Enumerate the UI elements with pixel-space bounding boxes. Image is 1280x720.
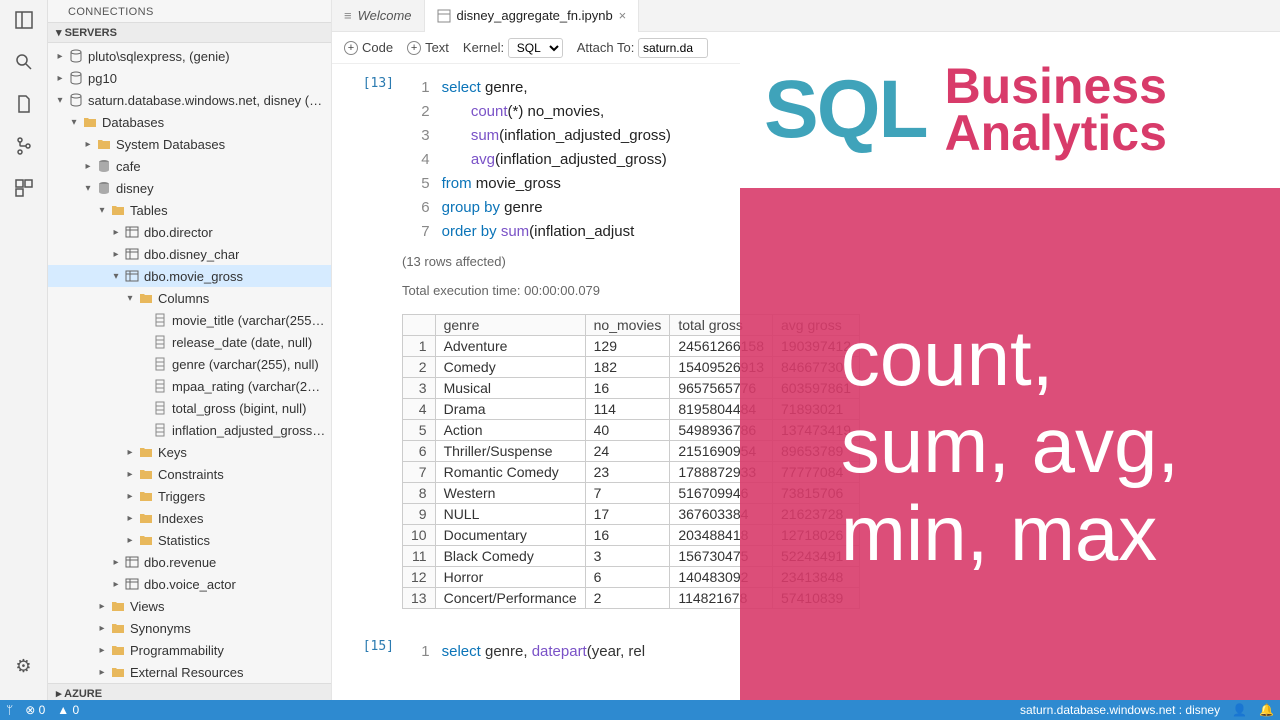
servers-tree: ▸pluto\sqlexpress, (genie)▸pg10▾saturn.d… <box>48 43 331 683</box>
table-row[interactable]: 11Black Comedy315673047552243491 <box>403 546 860 567</box>
tree-item[interactable]: ▸dbo.voice_actor <box>48 573 331 595</box>
tree-item[interactable]: ▸cafe <box>48 155 331 177</box>
col-header: total gross <box>670 315 773 336</box>
add-code-button[interactable]: +Code <box>344 40 393 55</box>
tree-item[interactable]: release_date (date, null) <box>48 331 331 353</box>
table-row[interactable]: 10Documentary1620348841812718026 <box>403 525 860 546</box>
file-icon[interactable] <box>12 92 36 116</box>
tree-item[interactable]: ▸Triggers <box>48 485 331 507</box>
attach-to-picker[interactable]: Attach To: <box>577 38 708 58</box>
notebook-toolbar: +Code +Text Kernel: SQL Attach To: <box>332 32 1280 64</box>
tree-item[interactable]: ▸System Databases <box>48 133 331 155</box>
tree-item[interactable]: movie_title (varchar(255), null) <box>48 309 331 331</box>
tree-item[interactable]: ▸Constraints <box>48 463 331 485</box>
notebook-icon <box>437 9 451 23</box>
status-bell-icon[interactable]: 🔔 <box>1259 703 1274 717</box>
sidebar-title: CONNECTIONS <box>48 0 331 22</box>
tree-item[interactable]: ▸Programmability <box>48 639 331 661</box>
tree-item[interactable]: ▸Indexes <box>48 507 331 529</box>
servers-section-header[interactable]: ▾ SERVERS <box>48 22 331 43</box>
result-table-wrap: genreno_moviestotal grossavg gross1Adven… <box>402 314 1280 609</box>
tree-item[interactable]: ▾Tables <box>48 199 331 221</box>
table-row[interactable]: 13Concert/Performance211482167857410839 <box>403 588 860 609</box>
tree-item[interactable]: ▸Views <box>48 595 331 617</box>
tree-item[interactable]: genre (varchar(255), null) <box>48 353 331 375</box>
search-icon[interactable] <box>12 50 36 74</box>
editor-area: ≡Welcome disney_aggregate_fn.ipynb × +Co… <box>332 0 1280 704</box>
table-row[interactable]: 3Musical169657565776603597861 <box>403 378 860 399</box>
tree-item[interactable]: ▾saturn.database.windows.net, disney (ap… <box>48 89 331 111</box>
code-cell-15[interactable]: [15] 1select genre, datepart(year, rel <box>332 635 1280 672</box>
table-row[interactable]: 12Horror614048309223413848 <box>403 567 860 588</box>
notebook-body: [13] 1select genre,2 count(*) no_movies,… <box>332 64 1280 704</box>
tree-item[interactable]: ▸Synonyms <box>48 617 331 639</box>
tree-item[interactable]: ▾disney <box>48 177 331 199</box>
cell-prompt: [15] <box>332 639 402 654</box>
layout-icon[interactable] <box>12 8 36 32</box>
status-branch[interactable]: ᛘ <box>6 703 13 717</box>
tree-item[interactable]: ▸pluto\sqlexpress, (genie) <box>48 45 331 67</box>
exec-time: Total execution time: 00:00:00.079 <box>402 273 1280 302</box>
col-header: no_movies <box>585 315 670 336</box>
table-row[interactable]: 5Action405498936786137473419 <box>403 420 860 441</box>
col-header: avg gross <box>773 315 860 336</box>
code-cell-13[interactable]: [13] 1select genre,2 count(*) no_movies,… <box>332 72 1280 617</box>
status-bar: ᛘ ⊗ 0 ▲ 0 saturn.database.windows.net : … <box>0 700 1280 720</box>
tree-item[interactable]: ▾Columns <box>48 287 331 309</box>
extensions-icon[interactable] <box>12 176 36 200</box>
tree-item[interactable]: ▸dbo.director <box>48 221 331 243</box>
rows-affected: (13 rows affected) <box>402 244 1280 273</box>
activity-bar: ⚙ <box>0 0 48 704</box>
tree-item[interactable]: total_gross (bigint, null) <box>48 397 331 419</box>
table-row[interactable]: 7Romantic Comedy23178887293377777084 <box>403 462 860 483</box>
tree-item[interactable]: ▸pg10 <box>48 67 331 89</box>
tree-item[interactable]: ▸External Resources <box>48 661 331 683</box>
kernel-picker[interactable]: Kernel: SQL <box>463 38 563 58</box>
close-icon[interactable]: × <box>619 8 627 23</box>
add-text-button[interactable]: +Text <box>407 40 449 55</box>
table-row[interactable]: 2Comedy1821540952691384667730 <box>403 357 860 378</box>
col-header <box>403 315 436 336</box>
cell-prompt: [13] <box>332 76 402 91</box>
table-row[interactable]: 9NULL1736760338421623728 <box>403 504 860 525</box>
tab-welcome[interactable]: ≡Welcome <box>332 0 425 32</box>
tree-item[interactable]: ▸dbo.disney_char <box>48 243 331 265</box>
status-connection[interactable]: saturn.database.windows.net : disney <box>1020 703 1220 717</box>
status-person-icon[interactable]: 👤 <box>1232 703 1247 717</box>
app-root: ⚙ CONNECTIONS ▾ SERVERS ▸pluto\sqlexpres… <box>0 0 1280 704</box>
status-warnings[interactable]: ▲ 0 <box>57 703 79 717</box>
table-row[interactable]: 6Thriller/Suspense24215169095489653789 <box>403 441 860 462</box>
connections-sidebar: CONNECTIONS ▾ SERVERS ▸pluto\sqlexpress,… <box>48 0 332 704</box>
tree-item[interactable]: ▸Keys <box>48 441 331 463</box>
attach-input[interactable] <box>638 38 708 58</box>
tree-item[interactable]: ▾dbo.movie_gross <box>48 265 331 287</box>
code-block[interactable]: 1select genre, datepart(year, rel <box>406 639 645 664</box>
tree-item[interactable]: ▾Databases <box>48 111 331 133</box>
table-row[interactable]: 1Adventure12924561266158190397412 <box>403 336 860 357</box>
code-block[interactable]: 1select genre,2 count(*) no_movies,3 sum… <box>406 76 671 244</box>
tab-notebook[interactable]: disney_aggregate_fn.ipynb × <box>425 0 640 32</box>
table-row[interactable]: 8Western751670994673815706 <box>403 483 860 504</box>
tree-item[interactable]: mpaa_rating (varchar(255), null) <box>48 375 331 397</box>
gear-icon[interactable]: ⚙ <box>12 654 36 678</box>
table-row[interactable]: 4Drama114819580448471893021 <box>403 399 860 420</box>
result-table: genreno_moviestotal grossavg gross1Adven… <box>402 314 860 609</box>
status-errors[interactable]: ⊗ 0 <box>25 703 45 717</box>
tree-item[interactable]: ▸dbo.revenue <box>48 551 331 573</box>
source-control-icon[interactable] <box>12 134 36 158</box>
tab-bar: ≡Welcome disney_aggregate_fn.ipynb × <box>332 0 1280 32</box>
tree-item[interactable]: ▸Statistics <box>48 529 331 551</box>
kernel-select[interactable]: SQL <box>508 38 563 58</box>
col-header: genre <box>435 315 585 336</box>
tree-item[interactable]: inflation_adjusted_gross (bigin... <box>48 419 331 441</box>
